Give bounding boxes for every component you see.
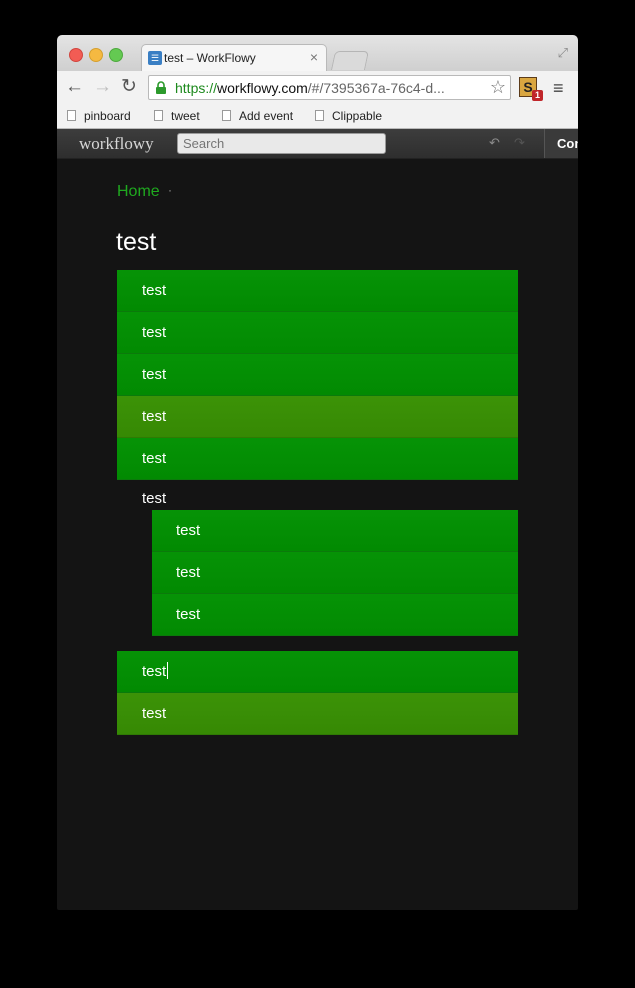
complete-button[interactable]: Complete — [544, 129, 578, 158]
browser-window: ☰ test – WorkFlowy × ⤢ ← → ↻ https://wor… — [57, 35, 578, 910]
search-input[interactable] — [177, 133, 386, 154]
child-item[interactable]: test — [152, 552, 518, 594]
breadcrumb-separator: · — [168, 183, 172, 197]
browser-toolbar: ← → ↻ https://workflowy.com/#/7395367a-7… — [57, 71, 578, 105]
item-label: test — [176, 522, 201, 539]
bookmark-tweet[interactable]: tweet — [154, 109, 200, 123]
parent-item-label[interactable]: test — [142, 490, 166, 507]
reload-icon[interactable]: ↻ — [121, 77, 137, 97]
breadcrumb-home-link[interactable]: Home — [117, 183, 160, 201]
tab-active[interactable]: ☰ test – WorkFlowy × — [141, 44, 327, 71]
list-item[interactable]: test — [117, 354, 518, 396]
item-label[interactable]: test — [142, 663, 166, 680]
page-icon — [222, 110, 231, 121]
bookmark-star-icon[interactable]: ☆ — [490, 77, 506, 98]
bookmarks-bar: pinboard tweet Add event Clippable — [57, 105, 578, 129]
item-label: test — [142, 450, 167, 467]
bookmark-pinboard[interactable]: pinboard — [67, 109, 131, 123]
address-bar[interactable]: https://workflowy.com/#/7395367a-76c4-d.… — [148, 75, 511, 100]
list-item-selected[interactable]: test — [117, 396, 518, 438]
child-item[interactable]: test — [152, 510, 518, 552]
new-tab-button[interactable] — [330, 51, 370, 70]
redo-icon[interactable]: ↷ — [514, 135, 525, 151]
workflowy-logo[interactable]: workflowy — [79, 134, 154, 154]
item-label: test — [176, 606, 201, 623]
item-label: test — [142, 705, 167, 722]
item-label: test — [142, 366, 167, 383]
maximize-window-button[interactable] — [109, 48, 123, 62]
workflowy-header: workflowy ↶ ↷ Complete — [57, 129, 578, 159]
fullscreen-icon[interactable]: ⤢ — [558, 45, 568, 61]
item-label: test — [142, 282, 167, 299]
bookmark-clippable[interactable]: Clippable — [315, 109, 382, 123]
child-item[interactable]: test — [152, 594, 518, 636]
close-window-button[interactable] — [69, 48, 83, 62]
browser-menu-icon[interactable]: ≡ — [553, 78, 564, 99]
tab-title: test – WorkFlowy — [164, 51, 256, 65]
list-item[interactable]: test — [117, 270, 518, 312]
url-text: https://workflowy.com/#/7395367a-76c4-d.… — [175, 80, 445, 96]
forward-arrow-icon[interactable]: → — [93, 77, 112, 97]
lock-icon — [156, 81, 166, 94]
page-icon — [315, 110, 324, 121]
page-title[interactable]: test — [116, 228, 156, 257]
tab-close-icon[interactable]: × — [310, 49, 318, 65]
tab-strip: ☰ test – WorkFlowy × ⤢ — [57, 35, 578, 71]
bookmark-add-event[interactable]: Add event — [222, 109, 293, 123]
item-label: test — [142, 408, 167, 425]
list-item-editing[interactable]: test — [117, 651, 518, 693]
page-icon — [154, 110, 163, 121]
item-label: test — [176, 564, 201, 581]
undo-icon[interactable]: ↶ — [489, 135, 500, 151]
list-item[interactable]: test — [117, 438, 518, 480]
minimize-window-button[interactable] — [89, 48, 103, 62]
back-arrow-icon[interactable]: ← — [65, 77, 84, 97]
list-item[interactable]: test — [117, 312, 518, 354]
text-cursor — [167, 662, 169, 679]
page-icon — [67, 110, 76, 121]
list-item-selected[interactable]: test — [117, 693, 518, 735]
workflowy-favicon-icon: ☰ — [148, 51, 162, 65]
extension-badge: 1 — [532, 90, 543, 101]
item-label: test — [142, 324, 167, 341]
